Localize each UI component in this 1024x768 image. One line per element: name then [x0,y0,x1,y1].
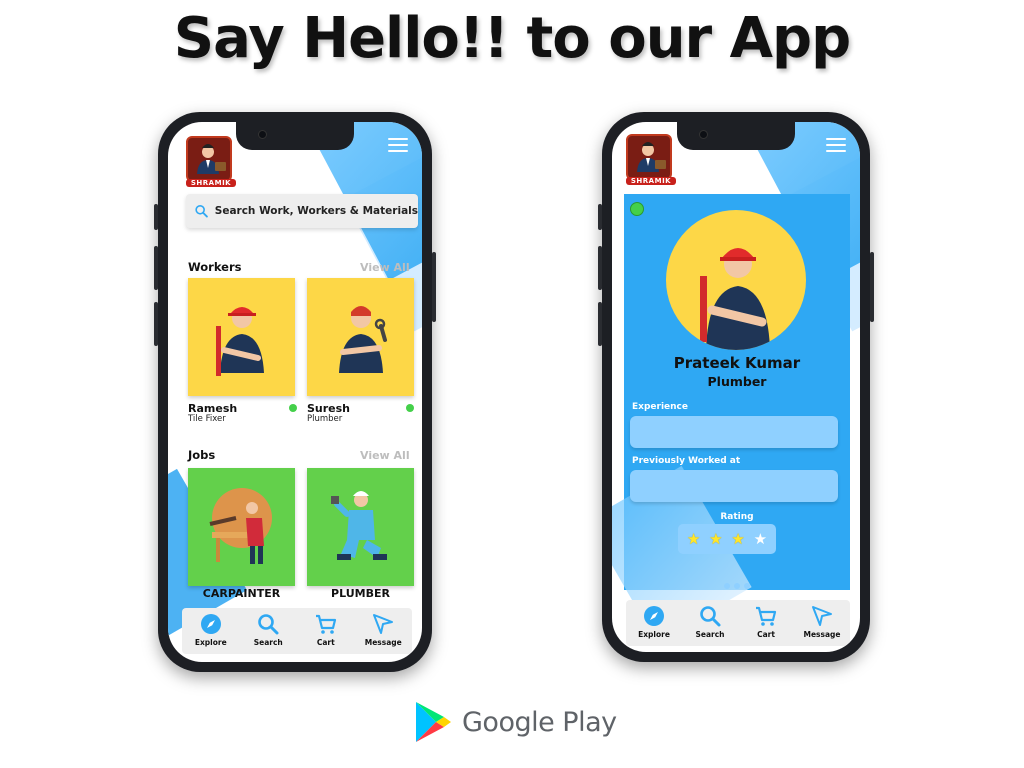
star-icon[interactable]: ★ [709,531,722,547]
home-screen: SHRAMIK Search Work, Workers & Materials… [168,122,422,662]
nav-cart[interactable]: Cart [738,604,794,639]
notch [236,122,354,150]
search-icon [258,614,279,635]
previously-worked-field[interactable] [630,470,838,502]
job-card-carpainter[interactable] [188,468,295,586]
cart-icon [756,606,777,626]
star-icon[interactable]: ★ [687,531,700,547]
search-placeholder: Search Work, Workers & Materials [214,205,418,217]
workers-view-all-link[interactable]: View All [360,261,410,274]
previously-worked-label: Previously Worked at [632,456,741,466]
worker-illustration-icon [339,306,387,373]
online-status-icon [289,404,297,412]
worker-role: Plumber [307,414,343,424]
jobs-title: Jobs [188,448,216,462]
pager-dots[interactable] [624,574,850,593]
nav-search[interactable]: Search [240,612,296,647]
worker-card-suresh[interactable] [307,278,414,396]
worker-card-ramesh[interactable] [188,278,295,396]
profile-name: Prateek Kumar [673,354,801,372]
worker-illustration-icon [216,307,264,376]
job-label: CARPAINTER [202,587,281,600]
jobs-view-all-link[interactable]: View All [360,449,410,462]
profile-role: Plumber [707,374,767,389]
worker-role: Tile Fixer [188,414,226,424]
app-logo[interactable]: SHRAMIK [626,134,676,185]
google-play-icon [416,702,451,742]
search-input[interactable]: Search Work, Workers & Materials [186,194,418,228]
rating-stars[interactable]: ★ ★ ★ ★ [678,524,776,554]
search-icon [700,606,721,627]
pager-dot[interactable] [724,583,730,589]
nav-search[interactable]: Search [682,604,738,639]
cart-icon [315,614,336,634]
star-icon[interactable]: ★ [754,531,767,547]
nav-message[interactable]: Message [355,612,411,647]
online-status-icon [630,202,644,216]
search-icon [195,204,208,218]
profile-screen: SHRAMIK Prateek Kumar Plumber Experience [612,122,860,652]
compass-icon [644,606,664,626]
logo-text: SHRAMIK [626,177,676,185]
online-status-icon [406,404,414,412]
bottom-nav: Explore Search Cart Message [182,608,412,654]
bottom-nav: Explore Search Cart Message [626,600,850,646]
menu-icon[interactable] [388,138,408,156]
logo-text: SHRAMIK [186,179,236,187]
avatar [666,210,806,350]
nav-explore[interactable]: Explore [183,612,239,647]
profile-panel: Prateek Kumar Plumber Experience Previou… [612,194,850,643]
menu-icon[interactable] [826,138,846,156]
nav-explore[interactable]: Explore [626,604,682,639]
nav-cart[interactable]: Cart [298,612,354,647]
phone-profile: SHRAMIK Prateek Kumar Plumber Experience [598,112,874,662]
job-card-plumber[interactable] [307,468,414,586]
pager-dot[interactable] [734,583,740,589]
job-label: PLUMBER [331,587,390,600]
rating-label: Rating [720,512,754,522]
experience-field[interactable] [630,416,838,448]
send-icon [373,614,394,634]
pager-dot[interactable] [744,583,750,589]
compass-icon [200,614,221,634]
carpenter-illustration-icon [209,488,272,564]
google-play-text: Google Play [462,706,617,738]
star-icon[interactable]: ★ [731,531,744,547]
plumber-illustration-icon [331,491,387,560]
workers-title: Workers [188,260,242,274]
experience-label: Experience [632,402,688,412]
phone-home: SHRAMIK Search Work, Workers & Materials… [154,112,436,672]
google-play-badge[interactable]: Google Play [414,700,617,744]
send-icon [812,606,832,626]
notch [677,122,795,150]
nav-message[interactable]: Message [794,604,850,639]
app-logo[interactable]: SHRAMIK [186,136,236,187]
headline: Say Hello!! to our App [173,6,851,71]
